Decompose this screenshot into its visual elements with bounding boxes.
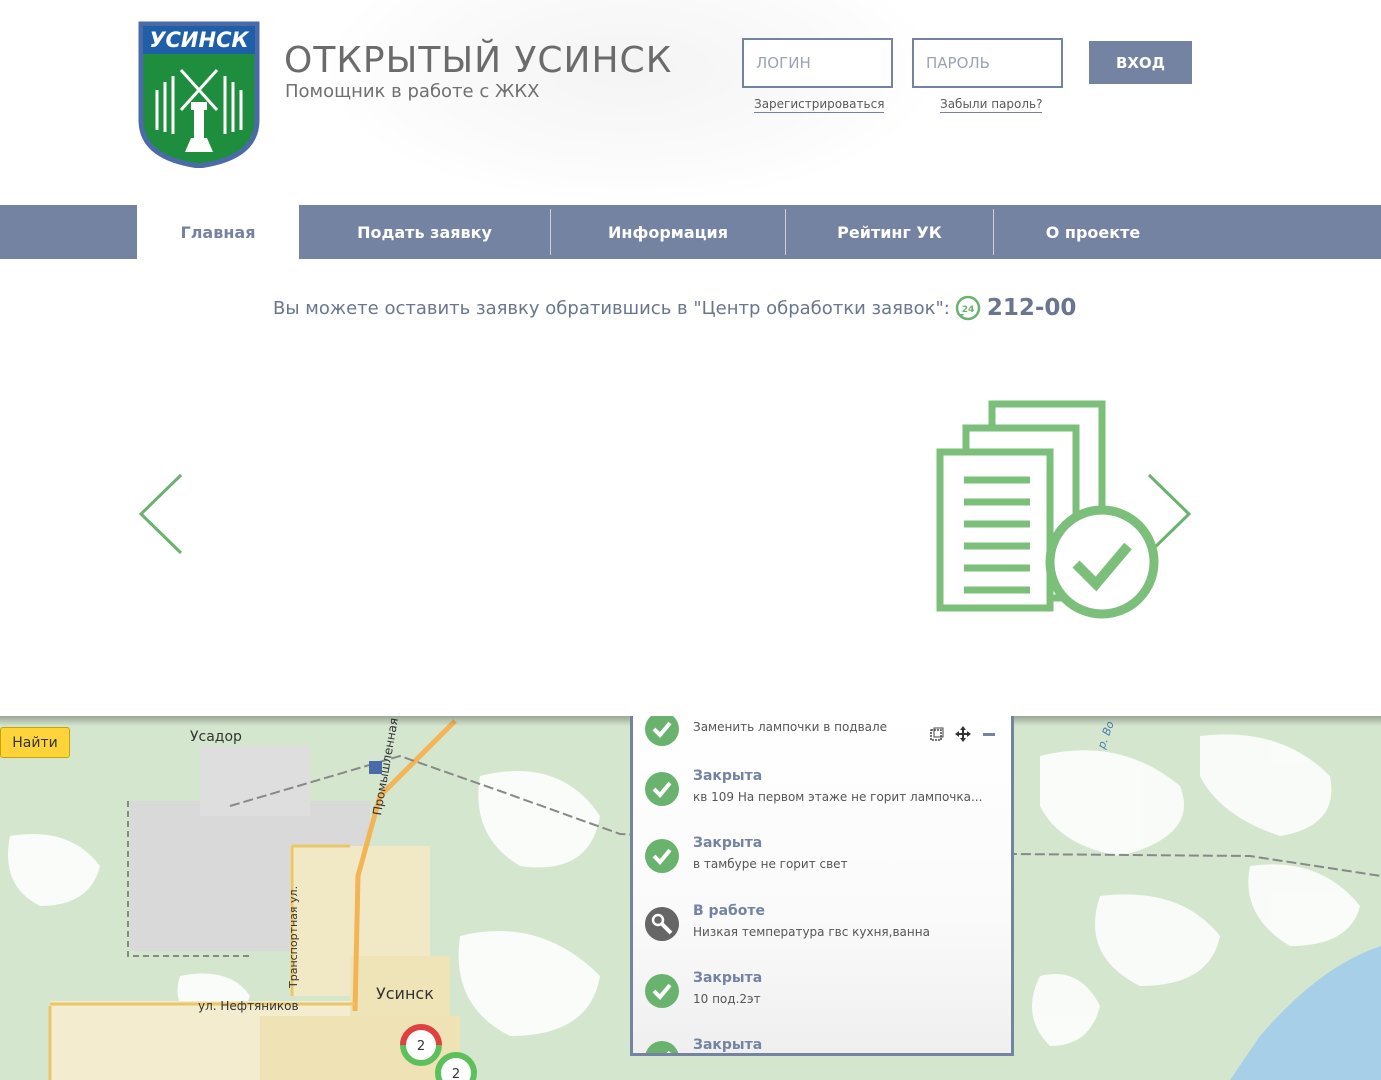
login-input[interactable]	[742, 38, 893, 88]
map-find-button[interactable]: Найти	[0, 727, 70, 758]
nav-item-information[interactable]: Информация	[551, 205, 785, 259]
requests-panel[interactable]: Заменить лампочки в подвале Закрыта кв 1…	[630, 716, 1014, 1056]
request-item[interactable]: Заменить лампочки в подвале	[645, 716, 985, 768]
chevron-left-icon[interactable]	[137, 472, 187, 556]
map-label-transportnaya: Транспортная ул.	[287, 885, 300, 988]
check-icon	[645, 716, 679, 746]
check-icon	[645, 974, 679, 1008]
map-label-usador: Усадор	[190, 729, 242, 745]
svg-text:2: 2	[452, 1067, 460, 1080]
selection-icon[interactable]	[929, 726, 945, 742]
register-link[interactable]: Зарегистрироваться	[754, 97, 885, 113]
check-icon	[645, 1041, 679, 1053]
nav-item-home[interactable]: Главная	[137, 205, 299, 259]
nav-item-submit-request[interactable]: Подать заявку	[299, 205, 550, 259]
svg-text:24: 24	[962, 305, 975, 315]
request-item[interactable]: Закрыта	[645, 1037, 985, 1053]
check-icon	[645, 772, 679, 806]
move-icon[interactable]	[955, 726, 971, 742]
request-text: в тамбуре не горит свет	[693, 857, 848, 871]
request-item[interactable]: Закрыта кв 109 На первом этаже не горит …	[645, 768, 985, 828]
request-text: 10 под.2эт	[693, 992, 761, 1006]
nav-item-about[interactable]: О проекте	[994, 205, 1192, 259]
main-nav: Главная Подать заявку Информация Рейтинг…	[0, 205, 1381, 259]
phone-24-icon: 24	[955, 295, 981, 321]
call-center-phone[interactable]: 212-00	[987, 295, 1077, 321]
request-item[interactable]: Закрыта в тамбуре не горит свет	[645, 835, 985, 895]
panel-toolbar	[929, 726, 997, 742]
login-button[interactable]: ВХОД	[1089, 41, 1192, 84]
call-center-text: Вы можете оставить заявку обратившись в …	[273, 297, 950, 319]
wrench-gear-icon	[645, 907, 679, 941]
request-text: кв 109 На первом этаже не горит лампочка…	[693, 790, 983, 804]
site-subtitle: Помощник в работе с ЖКХ	[285, 81, 540, 102]
call-center-line: Вы можете оставить заявку обратившись в …	[273, 294, 1076, 322]
check-icon	[645, 839, 679, 873]
site-title: ОТКРЫТЫЙ УСИНСК	[284, 40, 673, 81]
request-status: Закрыта	[693, 768, 763, 784]
request-item[interactable]: Закрыта 10 под.2эт	[645, 970, 985, 1030]
map-label-neftyanikov: ул. Нефтяников	[198, 999, 299, 1013]
password-input[interactable]	[912, 38, 1063, 88]
request-item[interactable]: В работе Низкая температура гвс кухня,ва…	[645, 903, 985, 963]
map-cluster-marker[interactable]: 2	[432, 1049, 482, 1080]
nav-item-rating[interactable]: Рейтинг УК	[786, 205, 993, 259]
request-status: Закрыта	[693, 1037, 763, 1053]
minimize-icon[interactable]	[981, 726, 997, 742]
request-status: Закрыта	[693, 970, 763, 986]
forgot-password-link[interactable]: Забыли пароль?	[940, 97, 1043, 113]
svg-text:2: 2	[417, 1039, 425, 1054]
request-status: В работе	[693, 903, 766, 919]
logo-text: УСИНСК	[149, 28, 249, 52]
request-status: Закрыта	[693, 835, 763, 851]
request-text: Низкая температура гвс кухня,ванна	[693, 925, 930, 939]
map-label-usinsk: Усинск	[376, 984, 434, 1003]
documents-check-icon	[936, 400, 1159, 619]
usinsk-coat-of-arms-logo[interactable]: УСИНСК	[137, 20, 261, 168]
